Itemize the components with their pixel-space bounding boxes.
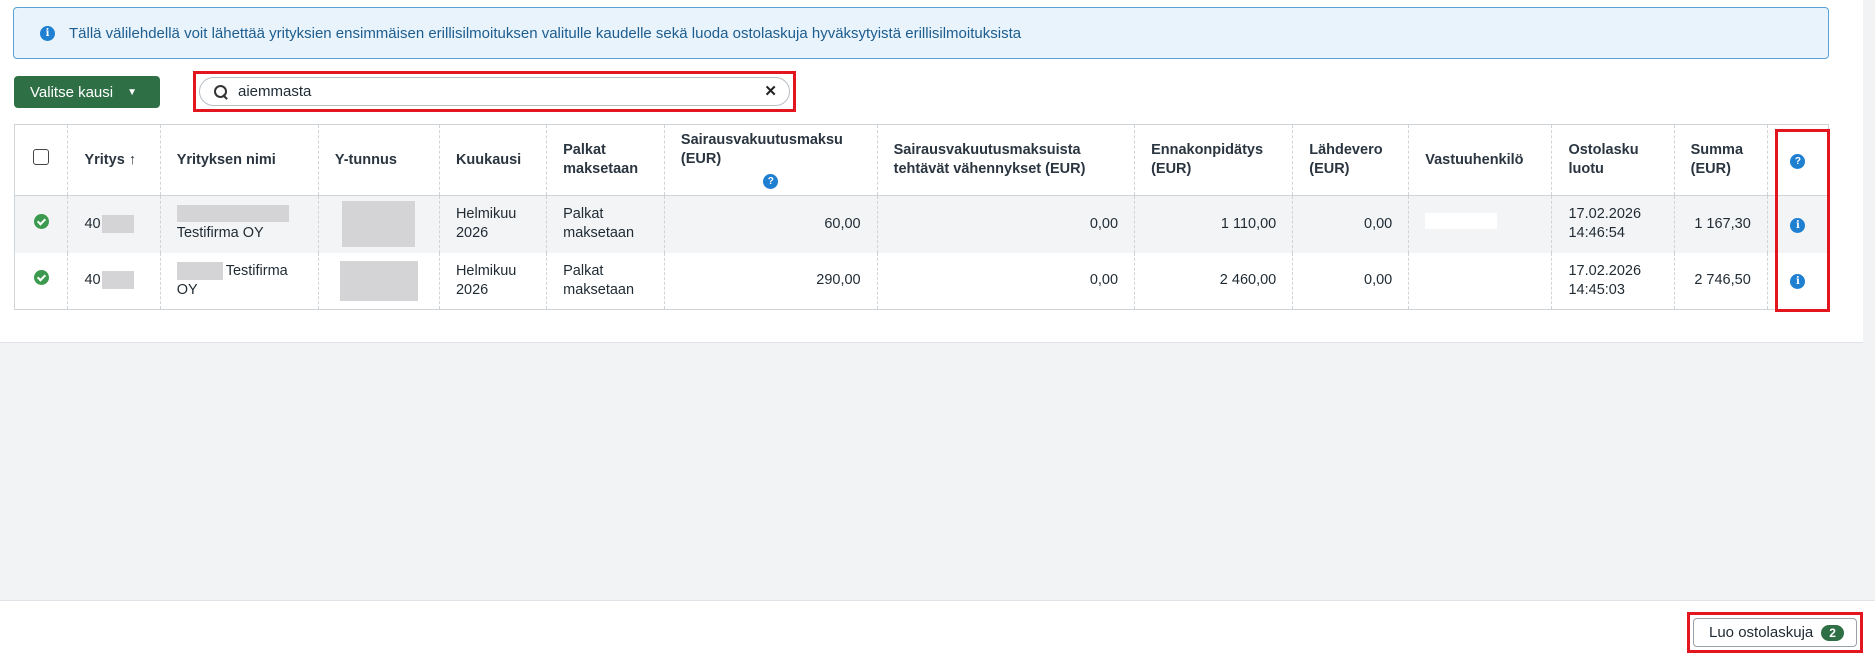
check-circle-icon	[33, 213, 49, 229]
column-header-company[interactable]: Yritys ↑	[67, 124, 161, 196]
month-cell: Helmikuu 2026	[439, 252, 548, 310]
info-icon: i	[40, 25, 55, 41]
row-info-cell: i	[1767, 253, 1828, 310]
redacted-block	[1425, 213, 1498, 230]
selected-count-badge: 2	[1821, 624, 1844, 641]
column-header-month: Kuukausi	[439, 124, 548, 196]
company-id: 40	[84, 272, 101, 289]
withholding-cell: 2 460,00	[1134, 252, 1294, 310]
column-header-actions: ?	[1767, 124, 1829, 196]
search-icon	[214, 84, 228, 99]
invoice-created-cell: 17.02.2026 14:45:03	[1551, 252, 1675, 310]
search-box[interactable]: ✕	[199, 77, 790, 106]
company-cell: 40	[67, 195, 161, 253]
column-header-invoice-created: Ostolasku luotu	[1551, 124, 1675, 196]
total-cell: 2 746,50	[1674, 252, 1768, 310]
select-all-checkbox[interactable]	[33, 149, 50, 165]
month-cell: Helmikuu 2026	[439, 195, 548, 253]
footer-bar	[0, 600, 1875, 658]
responsible-cell	[1408, 252, 1553, 310]
redacted-block	[339, 260, 418, 301]
help-icon[interactable]: ?	[763, 173, 779, 189]
redacted-block	[101, 271, 134, 290]
company-cell: 40	[67, 252, 161, 310]
redacted-block	[176, 205, 289, 223]
column-header-withholding: Ennakonpidätys (EUR)	[1134, 124, 1294, 196]
table-row[interactable]: 40 Testifirma OY Helmikuu 2026 Palkat ma…	[14, 252, 1829, 310]
table-row[interactable]: 40 Testifirma OY Helmikuu 2026 Palkat ma…	[14, 195, 1829, 253]
total-cell: 1 167,30	[1674, 195, 1768, 253]
business-id-cell	[318, 252, 440, 310]
company-id: 40	[84, 215, 101, 232]
sort-ascending-icon: ↑	[128, 151, 137, 168]
responsible-cell	[1408, 195, 1553, 253]
column-header-company-name: Yrityksen nimi	[160, 124, 319, 196]
search-highlight: ✕	[193, 71, 796, 112]
redacted-block	[101, 214, 134, 233]
sickness-fee-cell: 290,00	[664, 252, 878, 310]
column-header-source-tax: Lähdevero (EUR)	[1292, 124, 1410, 196]
status-cell	[14, 252, 69, 310]
company-name-cell: Testifirma OY	[160, 195, 319, 253]
reports-table: Yritys ↑ Yrityksen nimi Y-tunnus Kuukausi…	[14, 124, 1829, 310]
check-circle-icon	[33, 270, 49, 286]
redacted-block	[176, 261, 223, 280]
source-tax-cell: 0,00	[1292, 252, 1410, 310]
column-header-business-id: Y-tunnus	[318, 124, 440, 196]
info-banner-text: Tällä välilehdellä voit lähettää yrityks…	[69, 24, 1022, 42]
sickness-fee-cell: 60,00	[664, 195, 878, 253]
withholding-cell: 1 110,00	[1134, 195, 1294, 253]
column-header-sickness-fee-label: Sairausvakuutusmaksu (EUR)	[680, 131, 843, 167]
clear-search-icon[interactable]: ✕	[764, 82, 777, 100]
sickness-deductions-cell: 0,00	[877, 195, 1136, 253]
table-header-row: Yritys ↑ Yrityksen nimi Y-tunnus Kuukausi…	[14, 124, 1829, 196]
column-header-sickness-deductions: Sairausvakuutusmaksuista tehtävät vähenn…	[877, 124, 1136, 196]
select-period-label: Valitse kausi	[30, 83, 114, 101]
select-period-button[interactable]: Valitse kausi ▼	[14, 76, 160, 108]
main-panel: i Tällä välilehdellä voit lähettää yrity…	[0, 0, 1863, 343]
column-header-salaries-paid: Palkat maksetaan	[546, 124, 665, 196]
sickness-deductions-cell: 0,00	[877, 252, 1136, 310]
column-header-responsible: Vastuuhenkilö	[1408, 124, 1553, 196]
invoice-created-cell: 17.02.2026 14:46:54	[1551, 195, 1675, 253]
info-icon[interactable]: i	[1790, 217, 1806, 233]
status-cell	[14, 195, 69, 253]
help-icon[interactable]: ?	[1790, 153, 1806, 169]
company-name-cell: Testifirma OY	[160, 252, 319, 310]
company-name: Testifirma OY	[176, 225, 264, 242]
redacted-block	[342, 201, 416, 248]
info-icon[interactable]: i	[1790, 274, 1806, 290]
create-invoices-highlight: Luo ostolaskuja 2	[1687, 612, 1863, 653]
business-id-cell	[318, 195, 440, 253]
info-banner: i Tällä välilehdellä voit lähettää yrity…	[13, 7, 1829, 59]
column-header-total: Summa (EUR)	[1674, 124, 1768, 196]
column-header-company-label: Yritys	[84, 151, 125, 168]
source-tax-cell: 0,00	[1292, 195, 1410, 253]
salaries-paid-cell: Palkat maksetaan	[546, 195, 665, 253]
salaries-paid-cell: Palkat maksetaan	[546, 252, 665, 310]
select-all-cell	[14, 124, 69, 196]
chevron-down-icon: ▼	[127, 86, 137, 98]
column-header-sickness-fee: Sairausvakuutusmaksu (EUR)?	[664, 124, 878, 196]
create-invoices-button[interactable]: Luo ostolaskuja 2	[1693, 618, 1857, 647]
row-info-cell: i	[1767, 195, 1829, 253]
search-input[interactable]	[238, 83, 758, 100]
create-invoices-label: Luo ostolaskuja	[1709, 624, 1814, 641]
